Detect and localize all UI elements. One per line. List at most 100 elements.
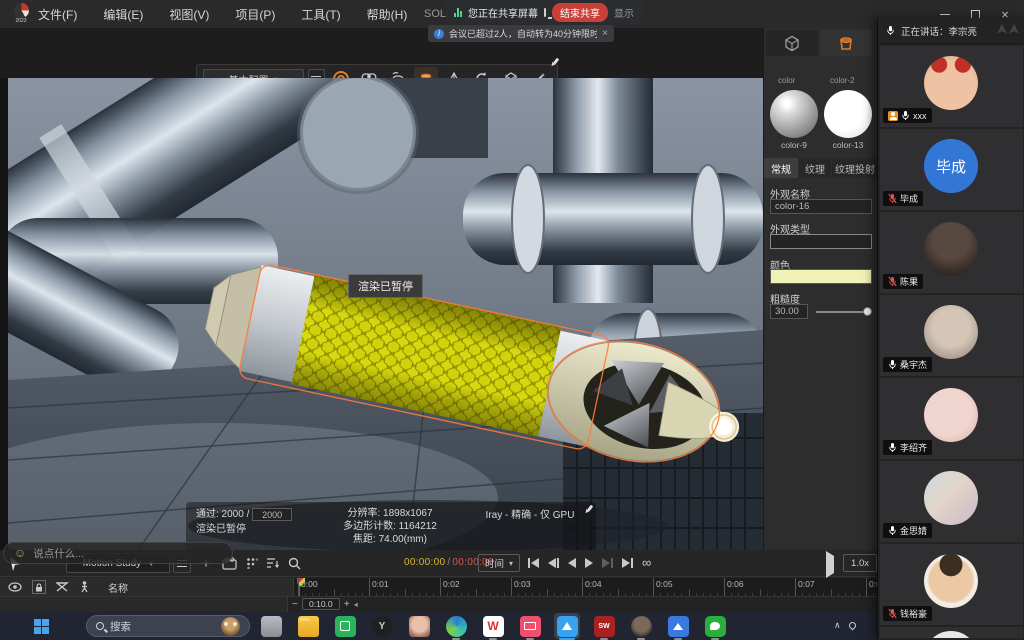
playback-speed-dropdown[interactable]: 1.0x [843,554,877,572]
slider-handle[interactable] [863,307,872,316]
search-input[interactable]: 搜索 [86,615,250,637]
roughness-slider[interactable] [816,311,870,313]
emoji-icon[interactable]: ☺ [14,546,26,560]
ruler-label: 0:04 [585,579,602,589]
scene-render [8,78,763,550]
zoom-out-button[interactable]: − [292,599,298,610]
timecode-current: 00:00:00 [404,557,445,568]
timeline-zoom-input[interactable]: 0:10.0 [302,598,340,610]
participant-name: 钱裕豪 [900,609,927,619]
wps-icon: W [483,616,504,637]
taskbar-apps: Y W SW [258,613,728,639]
screen-share-bar: 您正在共享屏幕 结束共享 显示 [446,0,642,24]
participant-name: 陈果 [900,277,918,287]
search-icon [96,622,104,630]
tab-general[interactable]: 常规 [764,158,798,178]
participant-name: 毕成 [900,194,918,204]
mic-on-icon [888,359,897,370]
taskbar-app-wechat[interactable] [702,613,728,639]
menu-item[interactable]: 编辑(E) [103,6,143,23]
participant-tile[interactable] [880,627,1023,638]
participant-tile[interactable]: xxx [880,46,1023,127]
mic-muted-icon [888,193,897,204]
participant-tile[interactable]: 陈果 [880,212,1023,293]
taskbar-app-y-app[interactable]: Y [369,613,395,639]
appearance-name-input[interactable]: color-16 [770,199,872,214]
swatch-sphere-color-9[interactable] [770,90,818,138]
loop-button[interactable]: ∞ [642,558,651,568]
taskbar-app-contact[interactable] [406,613,432,639]
lock-icon[interactable] [32,580,46,594]
meeting-panel: 正在讲话：李宗亮 xxx 毕成毕成陈果桑宇杰李绍齐金思婧钱裕豪 [877,18,1024,640]
menu-item[interactable]: 视图(V) [169,6,209,23]
participant-tile[interactable]: 毕成毕成 [880,129,1023,210]
flag-icon[interactable] [826,556,834,574]
passes-input[interactable]: 2000 [252,508,292,521]
tab-models[interactable] [766,30,818,56]
menu-item[interactable]: 文件(F) [38,6,77,23]
share-more-text: 显示 [614,5,634,20]
search-icon[interactable] [284,553,304,573]
participant-name-chip: xxx [883,108,932,123]
focal-text: 焦距: 74.00(mm) [353,534,427,545]
ruler-label: 0:05 [656,579,673,589]
viewport-3d-scene[interactable]: 渲染已暂停 通过: 2000 / 2000 渲染已暂停 分辨率: 1898x10… [8,78,763,550]
ruler-label: 0:01 [372,579,389,589]
play-button[interactable] [585,558,593,568]
tray-chevron-up-icon[interactable]: ∧ [834,620,841,631]
taskbar-app-pc[interactable] [258,613,284,639]
animation-walk-icon[interactable] [79,581,90,593]
swatch-label-partial: color [778,76,795,85]
taskbar-app-store[interactable] [332,613,358,639]
roughness-input[interactable]: 30.00 [770,304,808,319]
polygons-text: 多边形计数: 1164212 [343,521,437,532]
taskbar-app-wps[interactable]: W [480,613,506,639]
toast-close-icon[interactable]: × [602,28,608,39]
participant-avatar [924,305,978,359]
skip-start-button[interactable] [528,558,539,568]
search-highlight-owl-icon[interactable] [221,617,240,636]
curve-zigzag-icon[interactable] [56,582,69,592]
end-share-button[interactable]: 结束共享 [552,3,608,22]
skip-end-button[interactable] [622,558,633,568]
menu-item[interactable]: 项目(P) [235,6,275,23]
participant-tile[interactable]: 钱裕豪 [880,544,1023,625]
taskbar-app-docs-blue[interactable] [665,613,691,639]
appearance-type-dropdown[interactable] [770,234,872,249]
system-tray: ∧ [834,620,856,631]
participant-name-chip: 桑宇杰 [883,357,932,372]
taskbar-app-edge[interactable] [443,613,469,639]
time-mode-dropdown[interactable]: 时间 ▾ [478,554,520,572]
tab-texture[interactable]: 纹理 [799,158,831,178]
sort-button[interactable] [263,553,283,573]
collapse-arrow-icon[interactable]: ◂ [354,600,358,609]
color-swatch[interactable] [770,269,872,284]
visibility-eye-icon[interactable] [8,582,22,592]
taskbar-app-folder[interactable] [295,613,321,639]
menu-item[interactable]: 帮助(H) [367,6,408,23]
meeting-chat-bubble[interactable]: ☺ 说点什么... [3,542,233,564]
mic-muted-icon [888,608,897,619]
tab-texture-mapping[interactable]: 纹理投射 [832,158,878,178]
participant-tile[interactable]: 金思婧 [880,461,1023,542]
taskbar-app-pink-app[interactable] [517,613,543,639]
taskbar-app-person-dark[interactable] [628,613,654,639]
menu-item[interactable]: 工具(T) [301,6,340,23]
speaking-label: 正在讲话：李宗亮 [901,24,977,38]
mic-on-icon [888,442,897,453]
grid-view-button[interactable] [242,553,262,573]
share-status-text: 您正在共享屏幕 [468,5,538,20]
play-reverse-button[interactable] [568,558,576,568]
participant-tile[interactable]: 李绍齐 [880,378,1023,459]
participant-tile[interactable]: 桑宇杰 [880,295,1023,376]
tab-appearances[interactable] [820,30,872,56]
step-back-button[interactable] [548,558,559,568]
zoom-in-button[interactable]: + [344,599,350,610]
left-edge-strip [0,78,8,550]
swatch-sphere-color-13[interactable] [824,90,872,138]
taskbar-app-sw[interactable]: SW [591,613,617,639]
start-button[interactable] [34,619,49,634]
name-column-header: 名称 [108,580,128,595]
taskbar-app-meeting[interactable] [554,613,580,639]
step-forward-button[interactable] [602,558,613,568]
